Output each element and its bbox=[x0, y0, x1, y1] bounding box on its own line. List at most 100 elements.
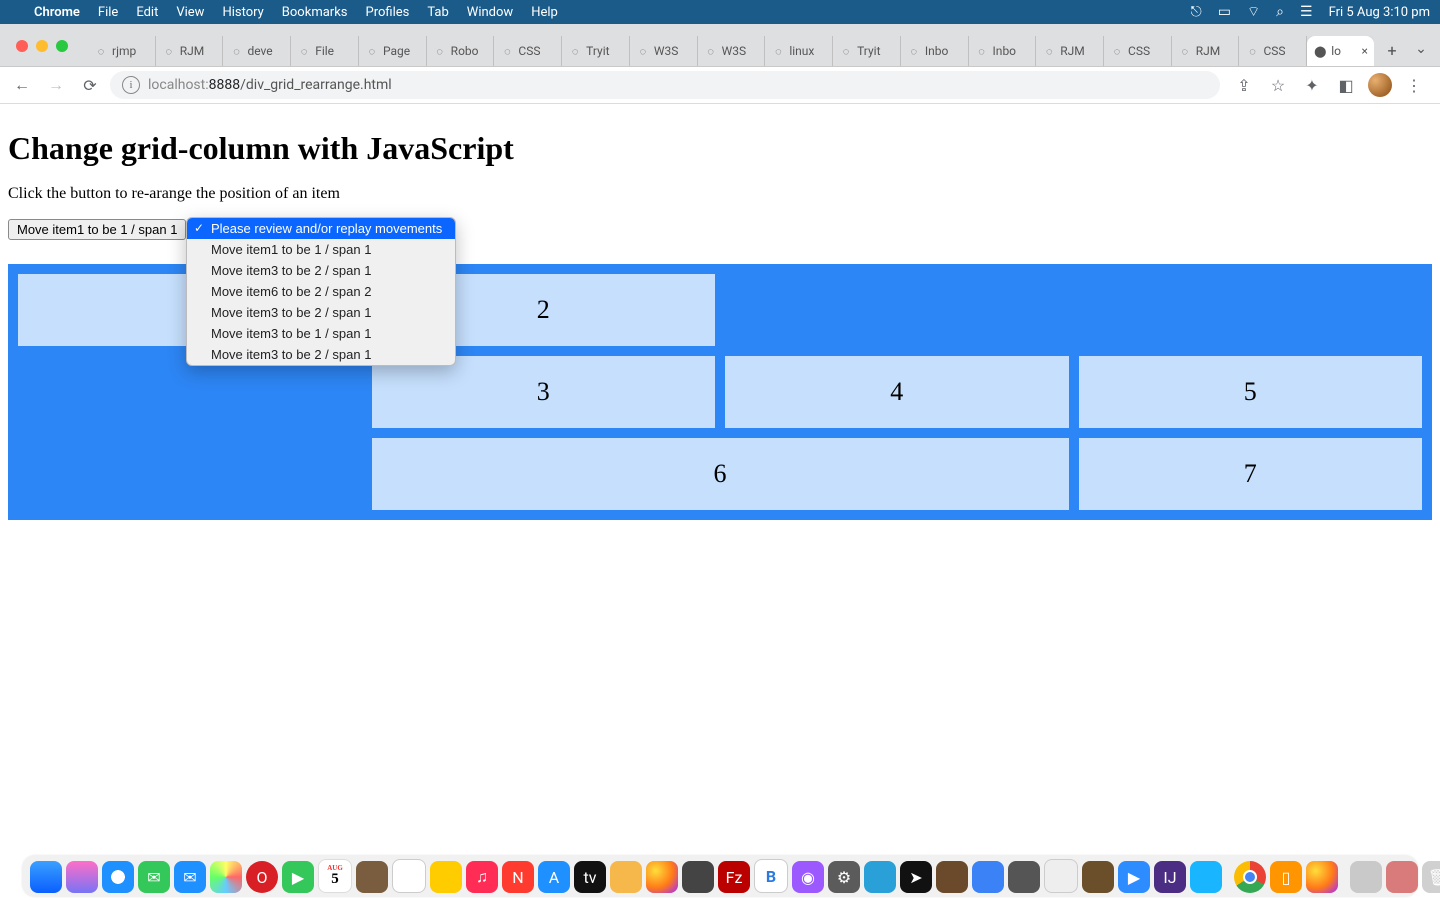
dock-podcasts[interactable]: ◉ bbox=[792, 861, 824, 893]
battery-icon[interactable]: ▭ bbox=[1218, 4, 1231, 20]
dropdown-option[interactable]: Move item6 to be 2 / span 2 bbox=[187, 281, 455, 302]
close-tab-icon[interactable]: × bbox=[1362, 44, 1368, 58]
dock-tv[interactable]: tv bbox=[574, 861, 606, 893]
dock-facetime[interactable]: ▶ bbox=[282, 861, 314, 893]
side-panel-icon[interactable]: ◧ bbox=[1334, 73, 1358, 97]
menu-bookmarks[interactable]: Bookmarks bbox=[282, 5, 348, 20]
extensions-icon[interactable]: ✦ bbox=[1300, 73, 1324, 97]
profile-avatar[interactable] bbox=[1368, 73, 1392, 97]
dock-chrome[interactable] bbox=[1234, 861, 1266, 893]
menu-history[interactable]: History bbox=[222, 5, 263, 20]
site-info-icon[interactable]: i bbox=[122, 76, 140, 94]
dock-notes[interactable] bbox=[430, 861, 462, 893]
new-tab-button[interactable]: + bbox=[1378, 36, 1406, 64]
menu-profiles[interactable]: Profiles bbox=[366, 5, 410, 20]
browser-tab[interactable]: ◌Tryit bbox=[562, 36, 630, 66]
dropdown-option[interactable]: Move item3 to be 2 / span 1 bbox=[187, 302, 455, 323]
browser-tab[interactable]: ◌W3S bbox=[630, 36, 698, 66]
dock-terminal[interactable]: ➤ bbox=[900, 861, 932, 893]
dock-trash[interactable]: 🗑 bbox=[1422, 861, 1440, 893]
browser-tab[interactable]: ◌linux bbox=[765, 36, 833, 66]
browser-tab[interactable]: ◌RJM bbox=[1172, 36, 1240, 66]
dock-photos[interactable] bbox=[210, 861, 242, 893]
dock-systemprefs[interactable]: ⚙ bbox=[828, 861, 860, 893]
dock-finder[interactable] bbox=[30, 861, 62, 893]
dropdown-option[interactable]: Move item3 to be 1 / span 1 bbox=[187, 323, 455, 344]
wifi-icon[interactable]: ⌔ bbox=[1247, 3, 1260, 21]
menu-help[interactable]: Help bbox=[531, 5, 558, 20]
dock-app-1[interactable] bbox=[864, 861, 896, 893]
reload-button[interactable]: ⟳ bbox=[76, 71, 104, 99]
browser-tab[interactable]: ◌CSS bbox=[494, 36, 562, 66]
browser-tab[interactable]: ◌CSS bbox=[1239, 36, 1307, 66]
dock-downloads[interactable] bbox=[1350, 861, 1382, 893]
dock-safari[interactable] bbox=[102, 861, 134, 893]
dock-books[interactable]: ▯ bbox=[1270, 861, 1302, 893]
zoom-window-button[interactable] bbox=[56, 40, 68, 52]
browser-tab[interactable]: ◌W3S bbox=[698, 36, 766, 66]
browser-tab[interactable]: ◌Page bbox=[359, 36, 427, 66]
dropdown-option[interactable]: Move item3 to be 2 / span 1 bbox=[187, 260, 455, 281]
menu-edit[interactable]: Edit bbox=[136, 5, 158, 20]
dock-intellij[interactable]: IJ bbox=[1154, 861, 1186, 893]
dock-textedit[interactable] bbox=[1044, 859, 1078, 893]
browser-tab[interactable]: ◌File bbox=[291, 36, 359, 66]
browser-tab[interactable]: ◌Inbo bbox=[901, 36, 969, 66]
dock-zoom[interactable]: ▶ bbox=[1118, 861, 1150, 893]
dock-app-5[interactable] bbox=[1190, 861, 1222, 893]
dock-firefox-2[interactable] bbox=[1306, 861, 1338, 893]
dropdown-option[interactable]: Move item3 to be 2 / span 1 bbox=[187, 344, 455, 365]
dock-folder[interactable] bbox=[1386, 861, 1418, 893]
dock-calculator[interactable] bbox=[682, 861, 714, 893]
browser-tab[interactable]: ◌Tryit bbox=[833, 36, 901, 66]
dock-music[interactable]: ♫ bbox=[466, 861, 498, 893]
dropdown-option[interactable]: Please review and/or replay movements bbox=[187, 218, 455, 239]
dock-app-4[interactable] bbox=[1008, 861, 1040, 893]
dock-preview[interactable] bbox=[610, 861, 642, 893]
menu-file[interactable]: File bbox=[98, 5, 118, 20]
dock-news[interactable]: N bbox=[502, 861, 534, 893]
forward-button[interactable]: → bbox=[42, 71, 70, 99]
browser-tab[interactable]: ◌Robo bbox=[427, 36, 495, 66]
tab-overflow-button[interactable]: ⌄ bbox=[1406, 34, 1436, 64]
menubar-app-name[interactable]: Chrome bbox=[34, 5, 80, 20]
dock-appstore[interactable]: A bbox=[538, 861, 570, 893]
dock-contacts[interactable] bbox=[356, 861, 388, 893]
movements-dropdown[interactable]: Please review and/or replay movementsMov… bbox=[186, 217, 456, 366]
menu-tab[interactable]: Tab bbox=[427, 5, 448, 20]
dock-brackets[interactable]: B bbox=[754, 859, 788, 893]
menubar-clock[interactable]: Fri 5 Aug 3:10 pm bbox=[1329, 5, 1430, 20]
omnibox[interactable]: i localhost:8888/div_grid_rearrange.html bbox=[110, 71, 1220, 99]
minimize-window-button[interactable] bbox=[36, 40, 48, 52]
dock-app-3[interactable] bbox=[972, 861, 1004, 893]
menu-view[interactable]: View bbox=[176, 5, 204, 20]
dock-opera[interactable]: O bbox=[246, 861, 278, 893]
control-center-icon[interactable]: ☰ bbox=[1300, 4, 1313, 20]
back-button[interactable]: ← bbox=[8, 71, 36, 99]
share-icon[interactable]: ⇪ bbox=[1232, 73, 1256, 97]
bookmark-star-icon[interactable]: ☆ bbox=[1266, 73, 1290, 97]
browser-tab[interactable]: ◌RJM bbox=[1036, 36, 1104, 66]
browser-tab[interactable]: ◌Inbo bbox=[969, 36, 1037, 66]
browser-tab-active[interactable]: ⬤lo× bbox=[1307, 36, 1374, 66]
close-window-button[interactable] bbox=[16, 40, 28, 52]
chrome-menu-icon[interactable]: ⋮ bbox=[1402, 73, 1426, 97]
move-button[interactable]: Move item1 to be 1 / span 1 bbox=[8, 219, 186, 240]
dock-calendar[interactable]: AUG5 bbox=[318, 859, 352, 893]
browser-tab[interactable]: ◌rjmp bbox=[88, 36, 156, 66]
dock-firefox-1[interactable] bbox=[646, 861, 678, 893]
dock-mail[interactable]: ✉ bbox=[174, 861, 206, 893]
spotlight-icon[interactable]: ⌕ bbox=[1276, 4, 1284, 20]
dock-launchpad[interactable] bbox=[66, 861, 98, 893]
dock-reminders[interactable] bbox=[392, 859, 426, 893]
dock-filezilla[interactable]: Fz bbox=[718, 861, 750, 893]
browser-tab[interactable]: ◌RJM bbox=[156, 36, 224, 66]
browser-tab[interactable]: ◌CSS bbox=[1104, 36, 1172, 66]
dropdown-option[interactable]: Move item1 to be 1 / span 1 bbox=[187, 239, 455, 260]
bluetooth-icon[interactable]: ⎋ bbox=[1191, 4, 1202, 20]
dock-gimp[interactable] bbox=[1082, 861, 1114, 893]
browser-tab[interactable]: ◌deve bbox=[223, 36, 291, 66]
menu-window[interactable]: Window bbox=[467, 5, 513, 20]
dock-messages[interactable]: ✉ bbox=[138, 861, 170, 893]
dock-app-2[interactable] bbox=[936, 861, 968, 893]
